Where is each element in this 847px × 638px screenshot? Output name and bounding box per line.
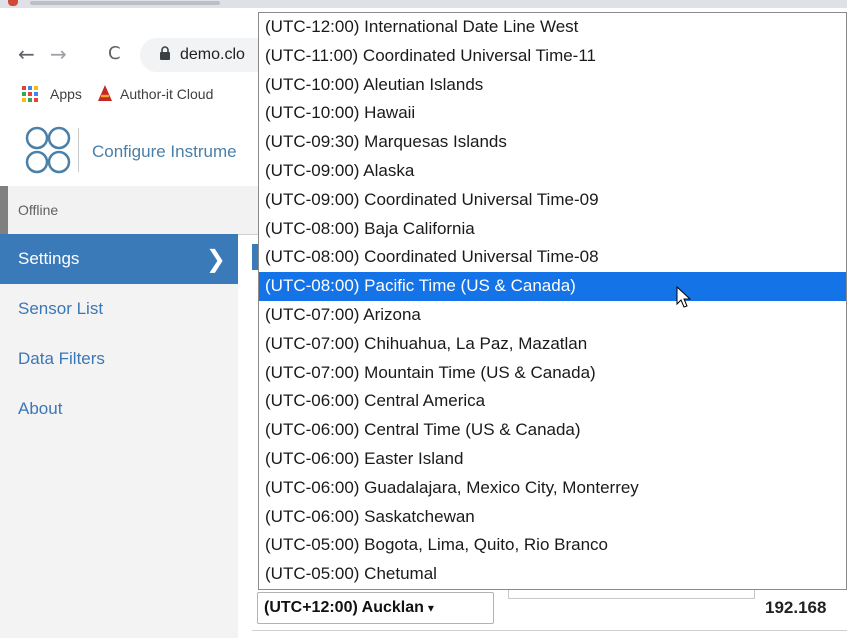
sidebar-item-label: Settings [18, 249, 80, 268]
timezone-option[interactable]: (UTC-09:00) Coordinated Universal Time-0… [259, 186, 846, 215]
timezone-option[interactable]: (UTC-06:00) Easter Island [259, 445, 846, 474]
timezone-option[interactable]: (UTC-07:00) Arizona [259, 301, 846, 330]
timezone-option[interactable]: (UTC-10:00) Hawaii [259, 99, 846, 128]
tab-favicon-icon [8, 0, 18, 6]
ip-address-value: 192.168 [765, 598, 827, 617]
dropdown-arrow-icon: ▾ [427, 601, 434, 615]
address-bar-url[interactable]: demo.clo [180, 46, 245, 64]
timezone-option[interactable]: (UTC-10:00) Aleutian Islands [259, 71, 846, 100]
sidebar-item-label: Data Filters [18, 349, 105, 368]
sidebar-item-sensor-list[interactable]: Sensor List [0, 284, 238, 334]
mouse-pointer-icon [676, 286, 692, 308]
timezone-option[interactable]: (UTC-06:00) Central Time (US & Canada) [259, 416, 846, 445]
sidebar-item-data-filters[interactable]: Data Filters [0, 334, 238, 384]
header-divider [78, 128, 79, 172]
connection-status: Offline [18, 202, 59, 218]
sidebar-item-label: Sensor List [18, 299, 104, 318]
timezone-option[interactable]: (UTC-06:00) Central America [259, 387, 846, 416]
sidebar-item-settings[interactable]: Settings ❯ [0, 234, 238, 284]
timezone-option[interactable]: (UTC-05:00) Bogota, Lima, Quito, Rio Bra… [259, 531, 846, 560]
timezone-option[interactable]: (UTC-09:00) Alaska [259, 157, 846, 186]
reload-icon[interactable]: C [108, 44, 121, 64]
app-title: Configure Instrume [92, 142, 237, 161]
chevron-right-icon: ❯ [205, 245, 226, 273]
tab-title-placeholder [30, 1, 220, 5]
timezone-option[interactable]: (UTC-06:00) Saskatchewan [259, 503, 846, 532]
sidebar-item-about[interactable]: About [0, 384, 238, 434]
status-indicator [0, 186, 8, 234]
timezone-select[interactable]: (UTC+12:00) Aucklan ▾ [257, 592, 494, 624]
back-arrow-icon[interactable]: ← [18, 44, 35, 64]
timezone-option[interactable]: (UTC-09:30) Marquesas Islands [259, 128, 846, 157]
timezone-dropdown-list[interactable]: (UTC-12:00) International Date Line West… [258, 12, 847, 590]
timezone-option[interactable]: (UTC-11:00) Coordinated Universal Time-1… [259, 42, 846, 71]
timezone-option[interactable]: (UTC-05:00) Chetumal [259, 560, 846, 589]
author-it-logo-icon[interactable] [96, 84, 114, 102]
app-logo-icon [25, 126, 71, 174]
bookmark-author-it-cloud[interactable]: Author-it Cloud [120, 86, 213, 102]
timezone-option[interactable]: (UTC-08:00) Baja California [259, 215, 846, 244]
timezone-option[interactable]: (UTC-07:00) Mountain Time (US & Canada) [259, 359, 846, 388]
sidebar-item-label: About [18, 399, 63, 418]
timezone-select-value: (UTC+12:00) Aucklan [264, 599, 424, 616]
apps-grid-icon[interactable] [22, 86, 38, 102]
timezone-option[interactable]: (UTC-08:00) Coordinated Universal Time-0… [259, 243, 846, 272]
timezone-option[interactable]: (UTC-06:00) Guadalajara, Mexico City, Mo… [259, 474, 846, 503]
timezone-option[interactable]: (UTC-07:00) Chihuahua, La Paz, Mazatlan [259, 330, 846, 359]
timezone-option[interactable]: (UTC-12:00) International Date Line West [259, 13, 846, 42]
content-divider [252, 630, 847, 631]
bookmark-apps[interactable]: Apps [50, 86, 82, 102]
timezone-option-selected[interactable]: (UTC-08:00) Pacific Time (US & Canada) [259, 272, 846, 301]
forward-arrow-icon[interactable]: → [50, 44, 67, 64]
lock-icon [160, 46, 170, 60]
